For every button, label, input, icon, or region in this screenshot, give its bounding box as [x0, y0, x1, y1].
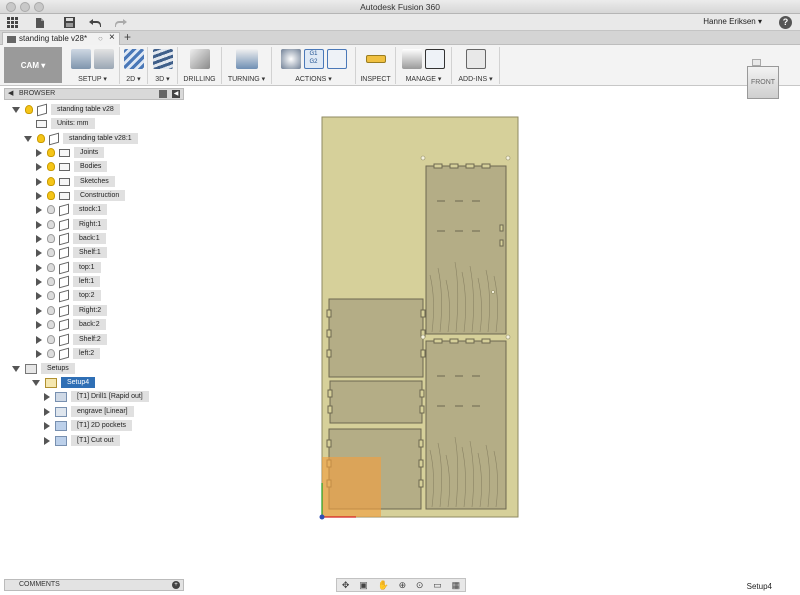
comments-add-icon[interactable]: + [172, 581, 180, 589]
panel-shelf-1[interactable] [328, 298, 424, 378]
comments-panel[interactable]: COMMENTS + [4, 579, 184, 591]
panel-back-1[interactable] [425, 165, 507, 335]
zoom-window-icon[interactable]: ⊙ [416, 580, 424, 591]
look-at-icon[interactable]: ▣ [359, 580, 368, 591]
zoom-icon[interactable]: ⊕ [399, 580, 407, 591]
grid-settings-icon[interactable]: ▦ [452, 580, 461, 591]
navigation-bar: ✥ ▣ ✋ ⊕ ⊙ ▭ ▦ [336, 578, 466, 592]
selection-highlight [322, 457, 381, 517]
pan-icon[interactable]: ✋ [378, 580, 389, 591]
panel-top[interactable] [329, 380, 423, 424]
canvas-viewport[interactable] [0, 0, 800, 595]
status-setup: Setup4 [746, 582, 772, 591]
display-settings-icon[interactable]: ▭ [433, 580, 442, 591]
orbit-icon[interactable]: ✥ [342, 580, 350, 591]
panel-back-2[interactable] [425, 340, 507, 510]
comments-title: COMMENTS [19, 581, 60, 588]
origin-point [319, 514, 325, 520]
